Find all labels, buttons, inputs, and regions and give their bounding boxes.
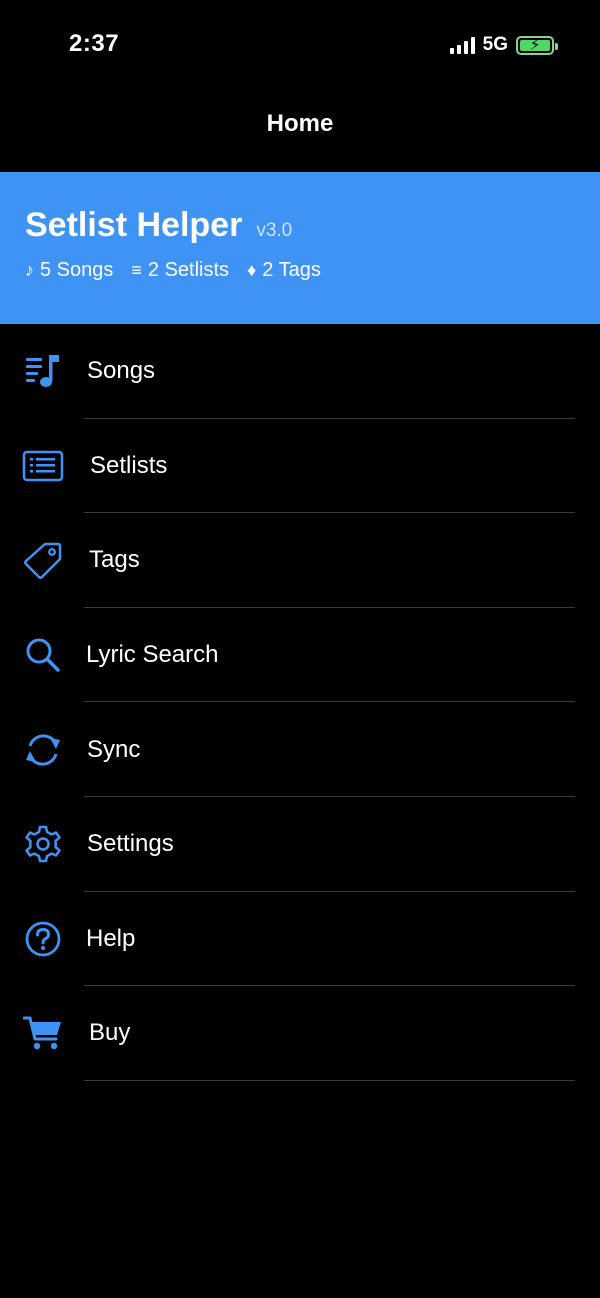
- help-icon: [22, 918, 64, 960]
- stat-tags: ♦ 2 Tags: [247, 259, 321, 282]
- menu-item-songs[interactable]: Songs: [0, 324, 600, 419]
- app-version: v3.0: [256, 220, 293, 241]
- menu-item-settings[interactable]: Settings: [0, 797, 600, 892]
- menu-label-setlists: Setlists: [90, 451, 168, 479]
- stat-songs-text: 5 Songs: [40, 259, 114, 281]
- music-note-icon: ♪: [25, 260, 34, 280]
- menu-label-tags: Tags: [89, 546, 140, 574]
- status-time: 2:37: [69, 30, 120, 57]
- stat-songs: ♪ 5 Songs: [25, 259, 113, 282]
- lines-icon: ≡: [131, 260, 142, 280]
- battery-icon: ⚡: [516, 35, 558, 55]
- menu-label-help: Help: [86, 924, 136, 952]
- sync-icon: [22, 729, 64, 771]
- divider: [84, 1079, 575, 1081]
- menu-item-buy[interactable]: Buy: [0, 986, 600, 1081]
- status-bar: 2:37 5G ⚡: [0, 0, 600, 90]
- stats-row: ♪ 5 Songs ≡ 2 Setlists ♦ 2 Tags: [25, 259, 575, 282]
- app-header: Setlist Helper v3.0 ♪ 5 Songs ≡ 2 Setlis…: [0, 172, 600, 324]
- list-icon: [22, 445, 64, 487]
- menu-label-sync: Sync: [87, 735, 141, 763]
- menu-label-settings: Settings: [87, 830, 174, 858]
- search-icon: [22, 634, 64, 676]
- menu-item-tags[interactable]: Tags: [0, 513, 600, 608]
- menu-item-lyric-search[interactable]: Lyric Search: [0, 608, 600, 703]
- menu-label-lyric-search: Lyric Search: [86, 641, 219, 669]
- status-indicators: 5G ⚡: [449, 34, 558, 56]
- menu-item-help[interactable]: Help: [0, 892, 600, 987]
- gear-icon: [22, 823, 64, 865]
- menu-label-buy: Buy: [89, 1019, 131, 1047]
- stat-tags-text: 2 Tags: [262, 259, 321, 281]
- menu-item-setlists[interactable]: Setlists: [0, 419, 600, 514]
- stat-setlists-text: 2 Setlists: [147, 259, 230, 281]
- app-name: Setlist Helper: [25, 206, 243, 244]
- music-list-icon: [22, 350, 64, 392]
- main-menu: Songs Setlists Tags Lyric Search Sync Se…: [0, 324, 600, 1081]
- cart-icon: [22, 1012, 64, 1054]
- menu-label-songs: Songs: [87, 357, 156, 385]
- diamond-icon: ♦: [247, 260, 257, 280]
- page-title: Home: [266, 110, 334, 137]
- signal-icon: [449, 36, 475, 54]
- tag-icon: [22, 539, 64, 581]
- stat-setlists: ≡ 2 Setlists: [131, 259, 229, 282]
- menu-item-sync[interactable]: Sync: [0, 702, 600, 797]
- network-type: 5G: [482, 34, 508, 55]
